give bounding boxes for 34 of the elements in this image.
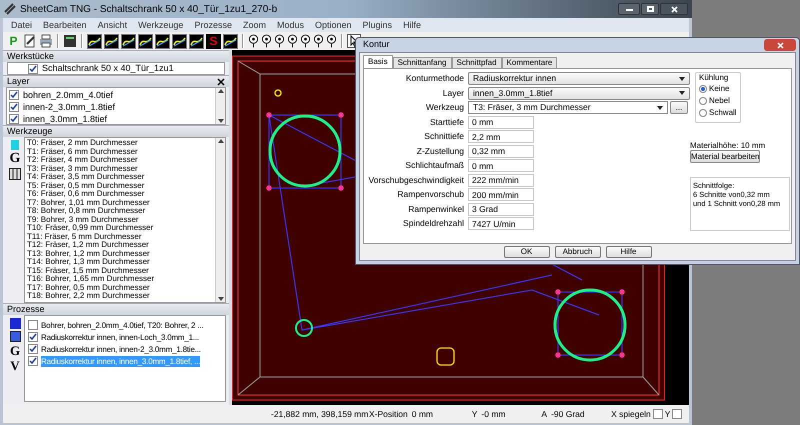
radio-label: Schwall — [709, 109, 737, 117]
field-label: Rampenwinkel — [407, 202, 465, 216]
mirror-x-label: X spiegeln — [611, 408, 651, 420]
radio-label: Nebel — [709, 97, 730, 105]
dropdown-value: Radiuskorrektur innen — [473, 72, 556, 85]
field-label: Schlichtaufmaß — [404, 159, 465, 172]
angle-value: -90 Grad — [551, 408, 586, 420]
dialog-title: Kontur — [362, 38, 390, 52]
field-label: Starttiefe — [428, 116, 465, 128]
coordinates-text: -21,882 mm, 398,159 mm — [271, 408, 369, 420]
mirror-y-label: Y — [664, 408, 670, 420]
y-value: -0 mm — [481, 408, 507, 420]
radio-label: Keine — [709, 85, 730, 93]
y-label: Y — [472, 408, 478, 420]
field-label: Vorschubgeschwindigkeit — [368, 174, 465, 186]
group-title: Kühlung — [699, 73, 730, 83]
x-position-label: X-Position — [369, 408, 408, 420]
x-position-value: 0 mm — [412, 408, 434, 420]
field-label: Werkzeug — [424, 101, 465, 114]
angle-label: A — [541, 408, 548, 420]
field-label: Spindeldrehzahl — [402, 217, 465, 230]
field-label: Schnittiefe — [423, 130, 465, 143]
dropdown-value: T3: Fräser, 3 mm Durchmesser — [473, 101, 591, 114]
panel-title: Layer — [7, 77, 30, 86]
field-label: Rampenvorschub — [396, 188, 465, 201]
material-height-text: Materialhöhe: 10 mm — [690, 141, 766, 150]
field-label: Konturmethode — [404, 72, 465, 85]
panel-title: Prozesse — [7, 305, 45, 314]
panel-title: Werkzeuge — [7, 127, 52, 136]
panel-title: Werkstücke — [7, 52, 54, 61]
dropdown-value: innen_3.0mm_1.8tief — [473, 86, 552, 100]
window-title: SheetCam TNG - Schaltschrank 50 x 40_Tür_1zu1_270-b — [20, 2, 278, 16]
field-label: Z-Zustellung — [416, 144, 465, 158]
field-label: Layer — [442, 86, 465, 100]
